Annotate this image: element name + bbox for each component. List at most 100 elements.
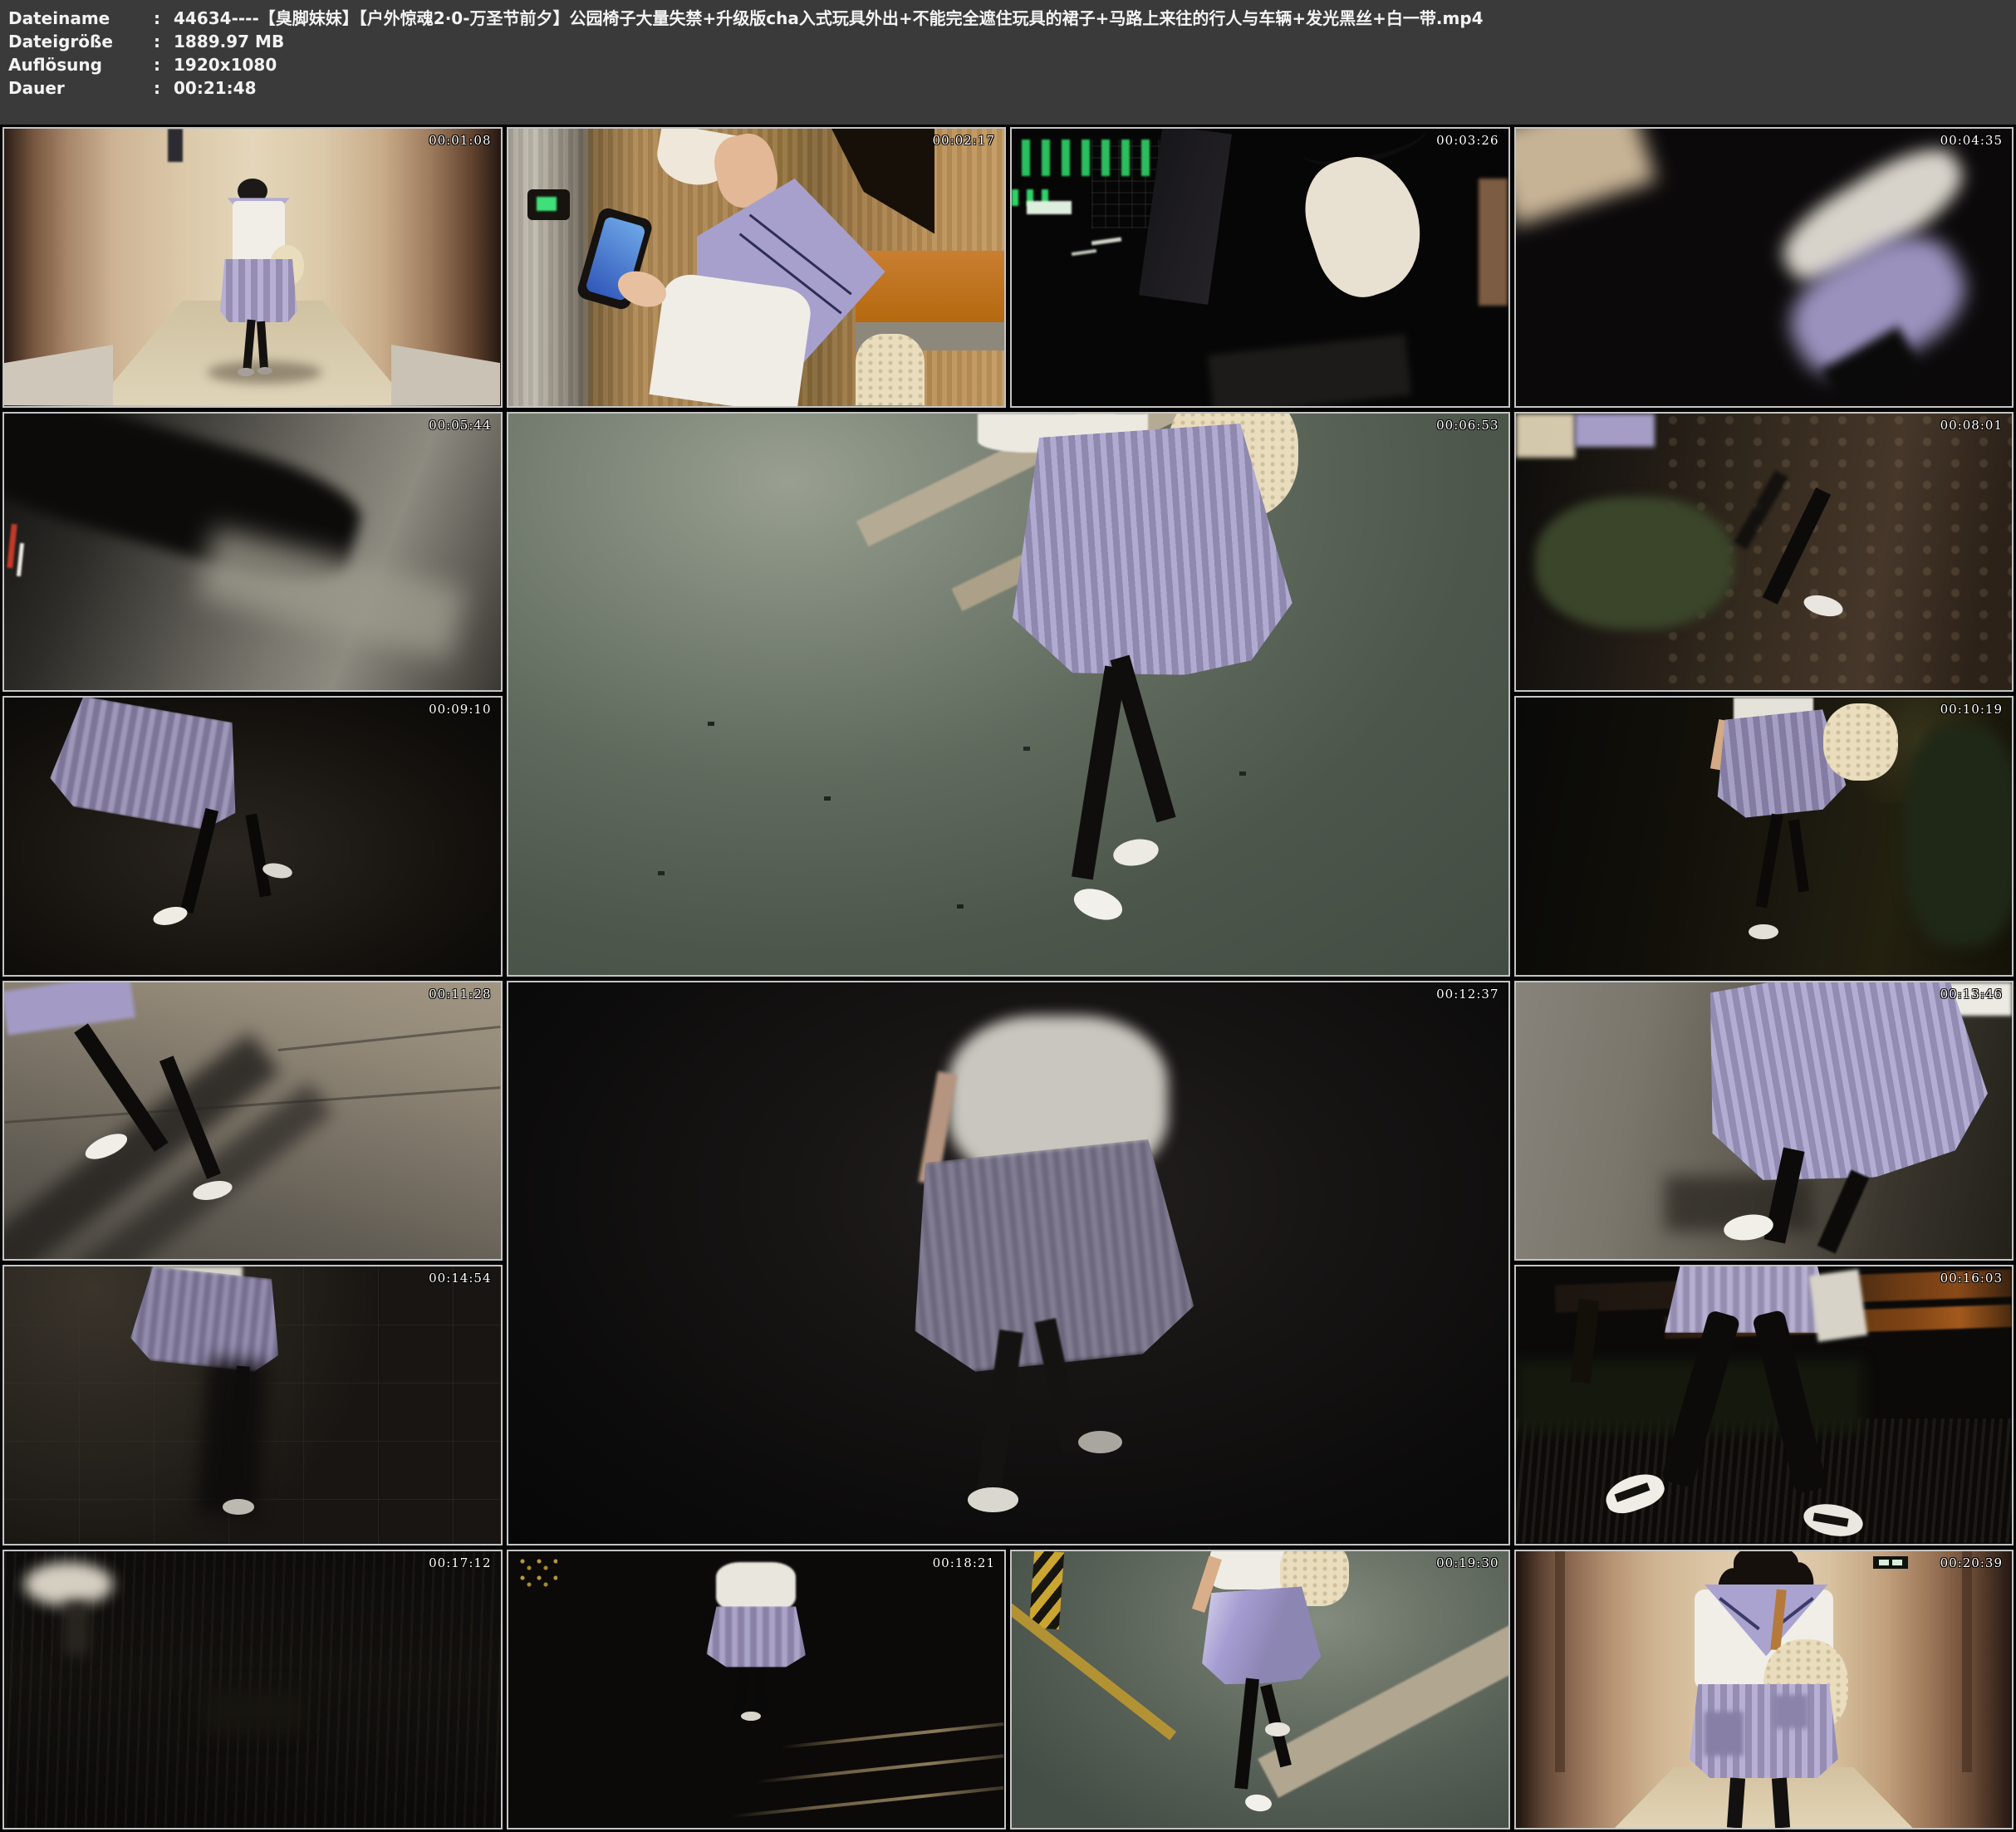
timestamp-overlay: 00:16:03 [1940, 1271, 2003, 1286]
duration-label: Dauer [8, 76, 154, 100]
figure-top [716, 1562, 796, 1612]
floor-tile [4, 345, 113, 405]
figure-shoe [741, 1712, 761, 1721]
figure-leg [733, 1667, 748, 1717]
figure-leg [1817, 1170, 1870, 1254]
timestamp-overlay: 00:18:21 [933, 1555, 995, 1570]
figure-leg-blur [64, 1601, 89, 1657]
figure-skirt [1197, 1585, 1322, 1687]
video-thumbnail: 00:01:08 [2, 127, 503, 408]
separator: : [154, 7, 174, 30]
timestamp-overlay: 00:06:53 [1436, 418, 1499, 433]
file-info-row-filesize: Dateigröße : 1889.97 MB [8, 30, 2016, 53]
greenery [1903, 725, 2014, 947]
separator: : [154, 76, 174, 100]
video-thumbnail: 00:17:12 [2, 1550, 503, 1830]
figure-leg [753, 1669, 768, 1714]
grass-patch [1535, 497, 1734, 629]
floor-shadow [208, 361, 321, 384]
video-thumbnail: 00:02:17 [507, 127, 1007, 408]
figure-shoe [1265, 1722, 1290, 1736]
figure-shoe [1244, 1793, 1273, 1813]
timestamp-overlay: 00:11:28 [429, 987, 491, 1002]
red-light-streak [7, 524, 17, 569]
stair-edge [782, 1722, 1004, 1749]
light-streak [1091, 238, 1121, 246]
distant-person [168, 129, 183, 162]
stair-edge [732, 1785, 1003, 1817]
figure-shoe [1111, 836, 1161, 869]
led-digits [1879, 1560, 1889, 1565]
figure-leg [1788, 819, 1809, 892]
figure-skin [1479, 179, 1508, 306]
figure-skirt-edge [1575, 414, 1655, 447]
separator: : [154, 53, 174, 76]
figure-shoe [223, 1499, 254, 1515]
tile-joint [277, 1026, 500, 1051]
file-info-row-filename: Dateiname : 44634----【臭脚妹妹】【户外惊魂2·0-万圣节前… [8, 7, 2016, 30]
seat-shadow [1208, 335, 1411, 408]
hazard-pole [1029, 1550, 1064, 1629]
resolution-label: Auflösung [8, 53, 154, 76]
timestamp-overlay: 00:20:39 [1940, 1555, 2003, 1570]
video-thumbnail: 00:04:35 [1514, 127, 2014, 408]
timestamp-overlay: 00:19:30 [1436, 1555, 1499, 1570]
wall-blur [1514, 127, 1657, 227]
video-thumbnail: 00:20:39 [1514, 1550, 2014, 1830]
ground-grate [1516, 1418, 2013, 1543]
resolution-value: 1920x1080 [174, 53, 277, 76]
figure-skirt [129, 1265, 287, 1374]
figure-skirt-edge [2, 981, 135, 1036]
video-thumbnail: 00:10:19 [1514, 696, 2014, 977]
timestamp-overlay: 00:12:37 [1436, 987, 1499, 1002]
timestamp-overlay: 00:10:19 [1940, 702, 2003, 717]
figure-shoe [1078, 1431, 1122, 1453]
keypad-green-light [537, 197, 557, 211]
floor-specks [708, 722, 714, 726]
skirt-wet-patch [1773, 1695, 1808, 1728]
timestamp-overlay: 00:17:12 [429, 1555, 491, 1570]
filename-label: Dateiname [8, 7, 154, 30]
video-thumbnail: 00:14:54 [2, 1265, 503, 1545]
video-thumbnail-large: 00:06:53 [507, 412, 1510, 977]
figure-top [649, 272, 813, 408]
timestamp-overlay: 00:04:35 [1940, 133, 2003, 148]
figure-skirt-edge [1809, 1269, 1867, 1342]
face-mask [1291, 143, 1438, 308]
video-thumbnail-large: 00:12:37 [507, 981, 1510, 1545]
timestamp-overlay: 00:09:10 [429, 702, 491, 717]
timestamp-overlay: 00:08:01 [1940, 418, 2003, 433]
figure-skirt [707, 1606, 807, 1667]
video-thumbnail: 00:19:30 [1010, 1550, 1510, 1830]
figure-skirt [46, 696, 251, 835]
figure-leg [245, 814, 271, 898]
light-streak [1072, 249, 1096, 256]
video-thumbnail: 00:16:03 [1514, 1265, 2014, 1545]
video-thumbnail: 00:09:10 [2, 696, 503, 977]
handbag [856, 334, 925, 406]
door-frame [1962, 1551, 1972, 1773]
contact-sheet-page: { "header": { "separator": ":", "rows": … [0, 0, 2016, 1832]
figure-leg [1111, 655, 1176, 823]
filesize-label: Dateigröße [8, 30, 154, 53]
file-info-header: Dateiname : 44634----【臭脚妹妹】【户外惊魂2·0-万圣节前… [0, 0, 2016, 125]
timestamp-overlay: 00:02:17 [933, 133, 995, 148]
figure-skirt [220, 259, 297, 323]
ground-blob [203, 1689, 302, 1733]
figure-skirt [1665, 1265, 1833, 1333]
filesize-value: 1889.97 MB [174, 30, 284, 53]
video-thumbnail: 00:18:21 [507, 1550, 1007, 1830]
figure-shoe [1070, 884, 1126, 926]
video-thumbnail: 00:05:44 [2, 412, 503, 693]
figure-leg [1234, 1678, 1258, 1789]
timestamp-overlay: 00:03:26 [1436, 133, 1499, 148]
handbag [1823, 703, 1898, 781]
file-info-row-duration: Dauer : 00:21:48 [8, 76, 2016, 100]
white-light-streak [17, 543, 25, 576]
figure-leg [1756, 814, 1784, 909]
figure-shoe [968, 1487, 1018, 1512]
video-thumbnail: 00:13:46 [1514, 981, 2014, 1261]
building-lights [1027, 201, 1072, 215]
timestamp-overlay: 00:05:44 [429, 418, 491, 433]
figure-shoe-blur [24, 1562, 114, 1606]
